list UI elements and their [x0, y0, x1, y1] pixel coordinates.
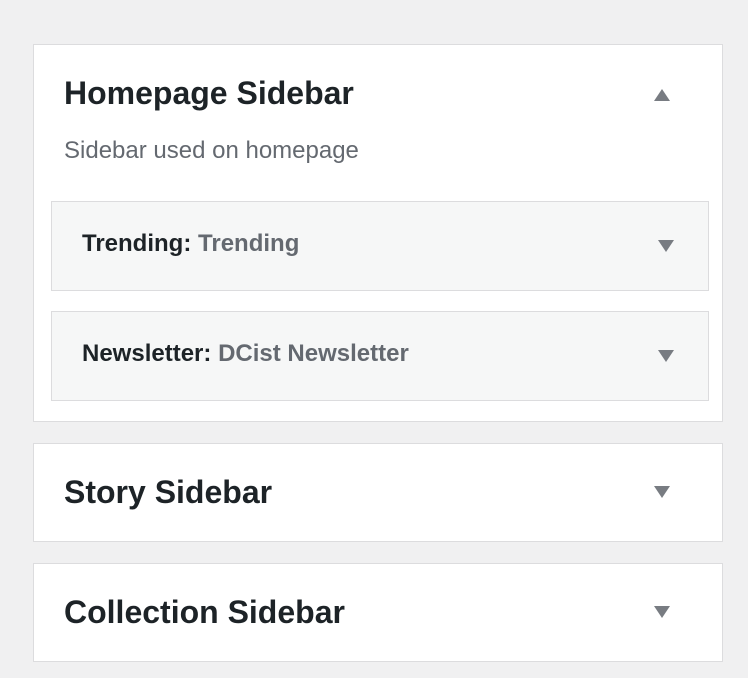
expand-toggle-button[interactable] [652, 602, 672, 622]
widget-title: Trending: Trending [82, 230, 299, 258]
sidebar-panel-homepage: Homepage Sidebar Sidebar used on homepag… [33, 44, 723, 422]
sidebar-title: Collection Sidebar [64, 594, 345, 630]
sidebar-description: Sidebar used on homepage [64, 137, 359, 164]
widget-trending[interactable]: Trending: Trending [51, 201, 709, 291]
sidebar-panel-collection[interactable]: Collection Sidebar [33, 563, 723, 662]
arrow-down-icon [654, 606, 670, 618]
sidebar-title: Story Sidebar [64, 474, 273, 510]
collapse-toggle-button[interactable] [652, 85, 672, 105]
arrow-up-icon [654, 89, 670, 101]
sidebar-title: Homepage Sidebar [64, 75, 354, 111]
widget-newsletter[interactable]: Newsletter: DCist Newsletter [51, 311, 709, 401]
widget-separator: : [203, 340, 212, 367]
arrow-down-icon [654, 486, 670, 498]
sidebar-panel-story[interactable]: Story Sidebar [33, 443, 723, 542]
arrow-down-icon [658, 350, 674, 362]
arrow-down-icon [658, 240, 674, 252]
widget-separator: : [183, 230, 192, 257]
sidebar-panel-header-homepage[interactable]: Homepage Sidebar [34, 45, 722, 141]
widget-name: Newsletter [82, 340, 204, 367]
widget-instance-title: DCist Newsletter [218, 340, 409, 367]
expand-toggle-button[interactable] [652, 482, 672, 502]
widget-expand-toggle[interactable] [656, 236, 676, 256]
widget-name: Trending [82, 230, 184, 257]
widget-title: Newsletter: DCist Newsletter [82, 340, 409, 368]
widget-instance-title: Trending [198, 230, 300, 257]
widget-expand-toggle[interactable] [656, 346, 676, 366]
